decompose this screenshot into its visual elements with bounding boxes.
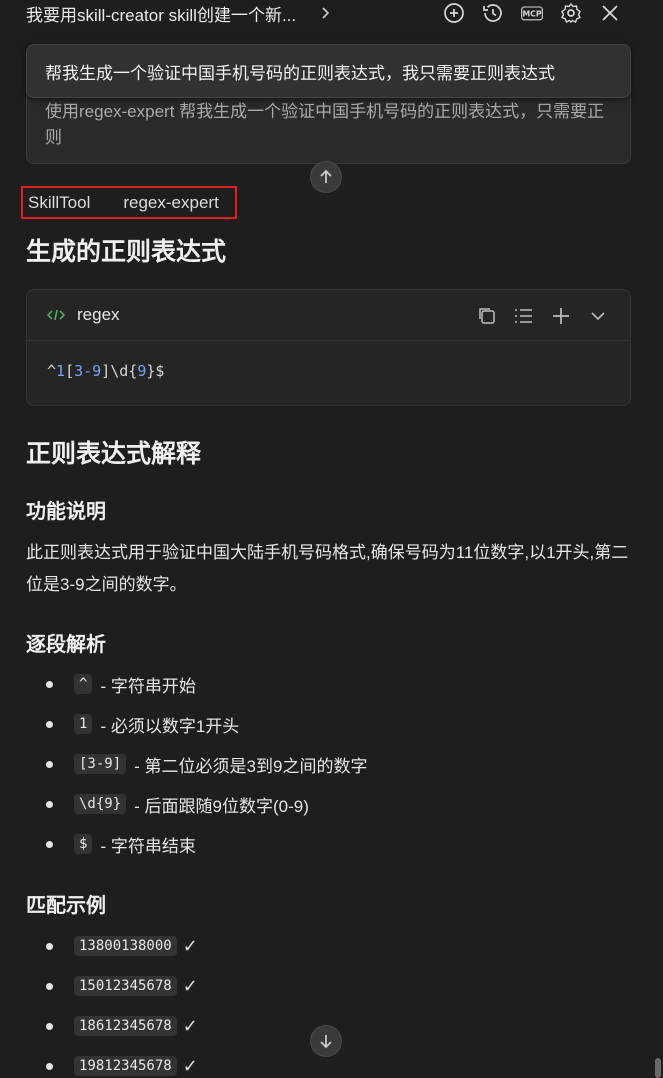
bullet-dot: [46, 680, 53, 688]
history-icon[interactable]: [479, 0, 507, 26]
examples-list: 13800138000 ✓ 15012345678 ✓ 18612345678 ✓ 1981…: [26, 926, 198, 1078]
code-block: regex ^1[3-9]\d{9}$: [26, 289, 631, 406]
skill-tool-label: SkillTool: [28, 192, 91, 212]
check-mark: ✓: [182, 975, 198, 996]
example-code: 15012345678: [74, 976, 177, 996]
bullet-dot: [46, 840, 53, 848]
check-mark: ✓: [182, 1055, 198, 1076]
user-message-card[interactable]: 帮我生成一个验证中国手机号码的正则表达式，我只需要正则表达式: [26, 44, 631, 98]
code-block-header: regex: [27, 290, 630, 341]
skill-name: regex-expert: [123, 192, 219, 212]
segment-item: 1 - 必须以数字1开头: [26, 704, 367, 744]
bullet-dot: [46, 1062, 53, 1070]
regex-code-part: }$: [146, 362, 165, 380]
segment-text: - 字符串开始: [100, 676, 196, 696]
scrollbar-thumb[interactable]: [655, 1058, 661, 1078]
bullet-dot: [46, 982, 53, 990]
segment-text: - 后面跟随9位数字(0-9): [134, 796, 309, 816]
segment-item: ^ - 字符串开始: [26, 664, 367, 704]
response-title: 生成的正则表达式: [26, 238, 227, 266]
scroll-up-button[interactable]: [310, 161, 342, 193]
scroll-down-button[interactable]: [310, 1025, 342, 1057]
bullet-dot: [46, 800, 53, 808]
example-code: 18612345678: [74, 1016, 177, 1036]
regex-code-part: ^: [47, 362, 57, 380]
bullet-dot: [46, 942, 53, 950]
new-chat-icon[interactable]: [440, 0, 468, 26]
bullet-dot: [46, 760, 53, 768]
user-message-text: 帮我生成一个验证中国手机号码的正则表达式，我只需要正则表达式: [45, 63, 555, 83]
segment-code: \d{9}: [74, 794, 127, 814]
chevron-down-icon[interactable]: [586, 304, 610, 328]
examples-title: 匹配示例: [26, 895, 106, 917]
segment-item: $ - 字符串结束: [26, 824, 367, 864]
settings-icon[interactable]: [557, 0, 585, 26]
segment-item: \d{9} - 后面跟随9位数字(0-9): [26, 784, 367, 824]
segment-text: - 必须以数字1开头: [100, 716, 240, 736]
regex-code-part: [: [65, 362, 75, 380]
arrow-up-icon: [320, 169, 332, 183]
regex-code-part: 1: [56, 362, 66, 380]
segment-item: [3-9] - 第二位必须是3到9之间的数字: [26, 744, 367, 784]
arrow-down-icon: [320, 1035, 332, 1049]
segments-list: ^ - 字符串开始 1 - 必须以数字1开头 [3-9] - 第二位必须是3到9之间的数字…: [26, 664, 367, 864]
segment-code: [3-9]: [74, 754, 127, 774]
example-item: 13800138000 ✓: [26, 926, 198, 966]
regex-code-part: 3-9: [74, 362, 102, 380]
example-item: 18612345678 ✓: [26, 1006, 198, 1046]
mcp-icon-label: MCP: [523, 9, 542, 18]
copy-icon[interactable]: [475, 304, 499, 328]
example-code: 19812345678: [74, 1056, 177, 1076]
regex-code: ^1[3-9]\d{9}$: [47, 362, 164, 380]
example-item: 19812345678 ✓: [26, 1046, 198, 1078]
function-description: 此正则表达式用于验证中国大陆手机号码格式,确保号码为11位数字,以1开头,第二位…: [26, 543, 629, 594]
skill-tool-call[interactable]: SkillTool regex-expert: [21, 186, 237, 219]
segment-code: ^: [74, 674, 93, 694]
top-bar: 我要用skill-creator skill创建一个新... MCP: [0, 0, 663, 26]
mcp-icon[interactable]: MCP: [518, 0, 546, 26]
check-mark: ✓: [182, 935, 198, 956]
check-mark: ✓: [182, 1015, 198, 1036]
explain-title: 正则表达式解释: [26, 440, 202, 468]
segment-code: 1: [74, 714, 93, 734]
example-item: 15012345678 ✓: [26, 966, 198, 1006]
code-language: regex: [77, 305, 120, 324]
segment-code: $: [74, 834, 93, 854]
toolbar-icons: MCP: [440, 0, 635, 26]
user-message-detail: 使用regex-expert 帮我生成一个验证中国手机号码的正则表达式，只需要正…: [45, 102, 605, 147]
regex-code-part: 9: [137, 362, 147, 380]
plus-icon[interactable]: [549, 304, 573, 328]
function-title: 功能说明: [26, 501, 106, 523]
segment-text: - 第二位必须是3到9之间的数字: [134, 756, 368, 776]
code-icon: [47, 309, 65, 321]
bullet-dot: [46, 1022, 53, 1030]
segment-text: - 字符串结束: [100, 836, 196, 856]
close-icon[interactable]: [596, 0, 624, 26]
regex-code-part: ]\d{: [101, 362, 138, 380]
bullet-dot: [46, 720, 53, 728]
segments-title: 逐段解析: [26, 634, 106, 656]
conversation-title[interactable]: 我要用skill-creator skill创建一个新...: [26, 1, 296, 26]
chevron-right-icon[interactable]: [318, 6, 332, 20]
example-code: 13800138000: [74, 936, 177, 956]
list-icon[interactable]: [512, 304, 536, 328]
